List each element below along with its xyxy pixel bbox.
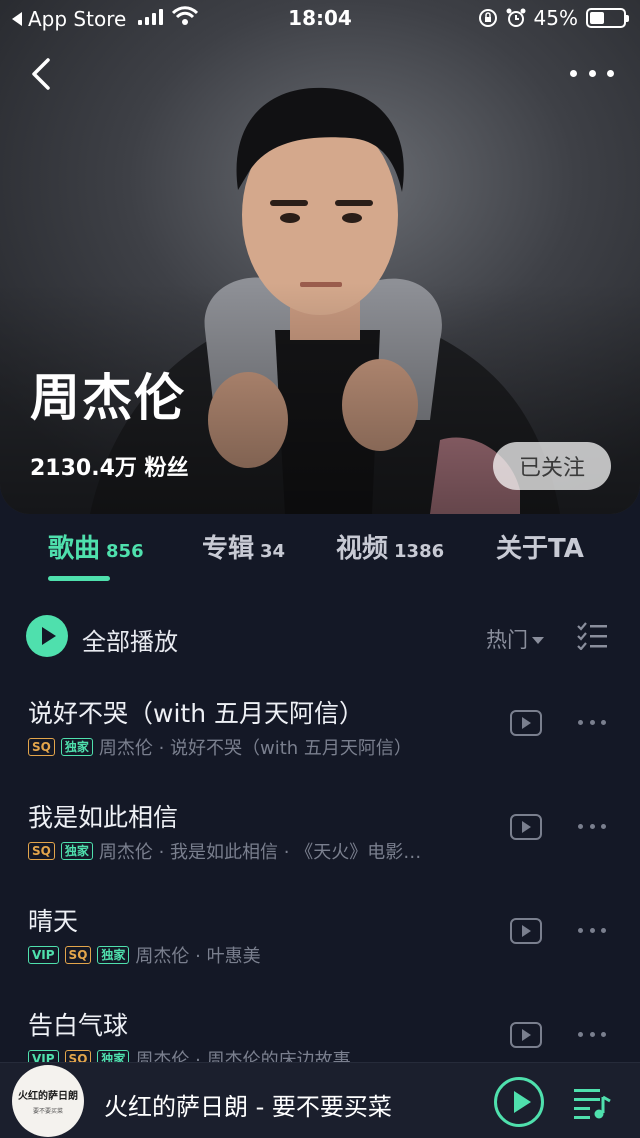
sq-badge: SQ bbox=[28, 842, 55, 860]
song-subtitle: 周杰伦 · 叶惠美 bbox=[135, 946, 261, 967]
play-all-button[interactable] bbox=[26, 615, 68, 657]
more-options-button[interactable] bbox=[570, 58, 614, 88]
now-playing-cover[interactable]: 火红的萨日朗 要不要买菜 bbox=[12, 1065, 84, 1137]
multi-select-icon[interactable] bbox=[576, 622, 608, 650]
play-all-label[interactable]: 全部播放 bbox=[82, 622, 178, 657]
follow-button[interactable]: 已关注 bbox=[493, 442, 611, 490]
cover-text: 火红的萨日朗 bbox=[18, 1091, 78, 1102]
tab-label: 歌曲 bbox=[48, 534, 101, 564]
song-subtitle: 周杰伦 · 我是如此相信 · 《天火》电影… bbox=[98, 842, 422, 863]
tab-songs[interactable]: 歌曲 856 bbox=[48, 528, 144, 565]
tab-count: 1386 bbox=[394, 541, 445, 562]
active-tab-indicator bbox=[48, 576, 110, 581]
song-more-icon[interactable] bbox=[578, 824, 606, 830]
mv-icon[interactable] bbox=[510, 1022, 542, 1048]
song-row[interactable]: 我是如此相信 SQ 独家 周杰伦 · 我是如此相信 · 《天火》电影… bbox=[0, 798, 640, 898]
song-row[interactable]: 说好不哭（with 五月天阿信） SQ 独家 周杰伦 · 说好不哭（with 五… bbox=[0, 694, 640, 794]
song-row[interactable]: 晴天 VIP SQ 独家 周杰伦 · 叶惠美 bbox=[0, 902, 640, 1002]
song-meta: SQ 独家 周杰伦 · 说好不哭（with 五月天阿信） bbox=[28, 734, 498, 760]
mv-icon[interactable] bbox=[510, 918, 542, 944]
battery-percent: 45% bbox=[533, 6, 578, 30]
now-playing-title[interactable]: 火红的萨日朗 - 要不要买菜 bbox=[104, 1087, 392, 1122]
artist-tabs: 歌曲 856 专辑 34 视频 1386 关于TA bbox=[0, 528, 640, 584]
song-title: 告白气球 bbox=[28, 1011, 129, 1040]
sort-label: 热门 bbox=[486, 628, 528, 652]
tab-about[interactable]: 关于TA bbox=[496, 528, 584, 565]
rotation-lock-icon bbox=[478, 9, 497, 27]
tab-label: 视频 bbox=[336, 534, 389, 564]
status-bar: App Store 18:04 45% bbox=[0, 0, 640, 36]
fans-count: 2130.4万 粉丝 bbox=[30, 456, 189, 481]
artist-photo bbox=[0, 0, 640, 514]
song-more-icon[interactable] bbox=[578, 928, 606, 934]
battery-icon bbox=[586, 8, 629, 28]
song-title: 晴天 bbox=[28, 907, 79, 936]
sq-badge: SQ bbox=[64, 946, 92, 964]
tab-albums[interactable]: 专辑 34 bbox=[202, 528, 285, 565]
battery-level bbox=[590, 12, 605, 24]
sq-badge: SQ bbox=[28, 738, 55, 756]
song-meta: VIP SQ 独家 周杰伦 · 叶惠美 bbox=[28, 942, 498, 968]
artist-name: 周杰伦 bbox=[30, 369, 186, 427]
play-button[interactable] bbox=[494, 1077, 544, 1127]
back-button[interactable] bbox=[22, 54, 62, 94]
song-more-icon[interactable] bbox=[578, 720, 606, 726]
sort-dropdown[interactable]: 热门 bbox=[486, 624, 544, 654]
tab-videos[interactable]: 视频 1386 bbox=[336, 528, 444, 565]
mv-icon[interactable] bbox=[510, 710, 542, 736]
vip-badge: VIP bbox=[28, 946, 59, 964]
playlist-icon[interactable] bbox=[572, 1083, 612, 1123]
song-subtitle: 周杰伦 · 说好不哭（with 五月天阿信） bbox=[98, 738, 412, 759]
tab-count: 34 bbox=[260, 541, 286, 562]
song-list-toolbar: 全部播放 热门 bbox=[0, 612, 640, 662]
song-meta: SQ 独家 周杰伦 · 我是如此相信 · 《天火》电影… bbox=[28, 838, 498, 864]
caret-down-icon bbox=[532, 636, 544, 644]
exclusive-badge: 独家 bbox=[97, 946, 130, 964]
artist-hero: App Store 18:04 45% 周杰伦 2130.4万 粉丝 已关注 bbox=[0, 0, 640, 514]
song-title: 说好不哭（with 五月天阿信） bbox=[28, 699, 364, 728]
exclusive-badge: 独家 bbox=[60, 842, 93, 860]
exclusive-badge: 独家 bbox=[60, 738, 93, 756]
song-title: 我是如此相信 bbox=[28, 803, 179, 832]
alarm-icon bbox=[506, 8, 526, 27]
tab-count: 856 bbox=[106, 541, 144, 562]
cover-subtext: 要不要买菜 bbox=[32, 1108, 63, 1115]
tab-label: 专辑 bbox=[202, 534, 255, 564]
song-more-icon[interactable] bbox=[578, 1032, 606, 1038]
mini-player[interactable]: 火红的萨日朗 要不要买菜 火红的萨日朗 - 要不要买菜 bbox=[0, 1062, 640, 1138]
mv-icon[interactable] bbox=[510, 814, 542, 840]
tab-label: 关于TA bbox=[496, 534, 584, 564]
